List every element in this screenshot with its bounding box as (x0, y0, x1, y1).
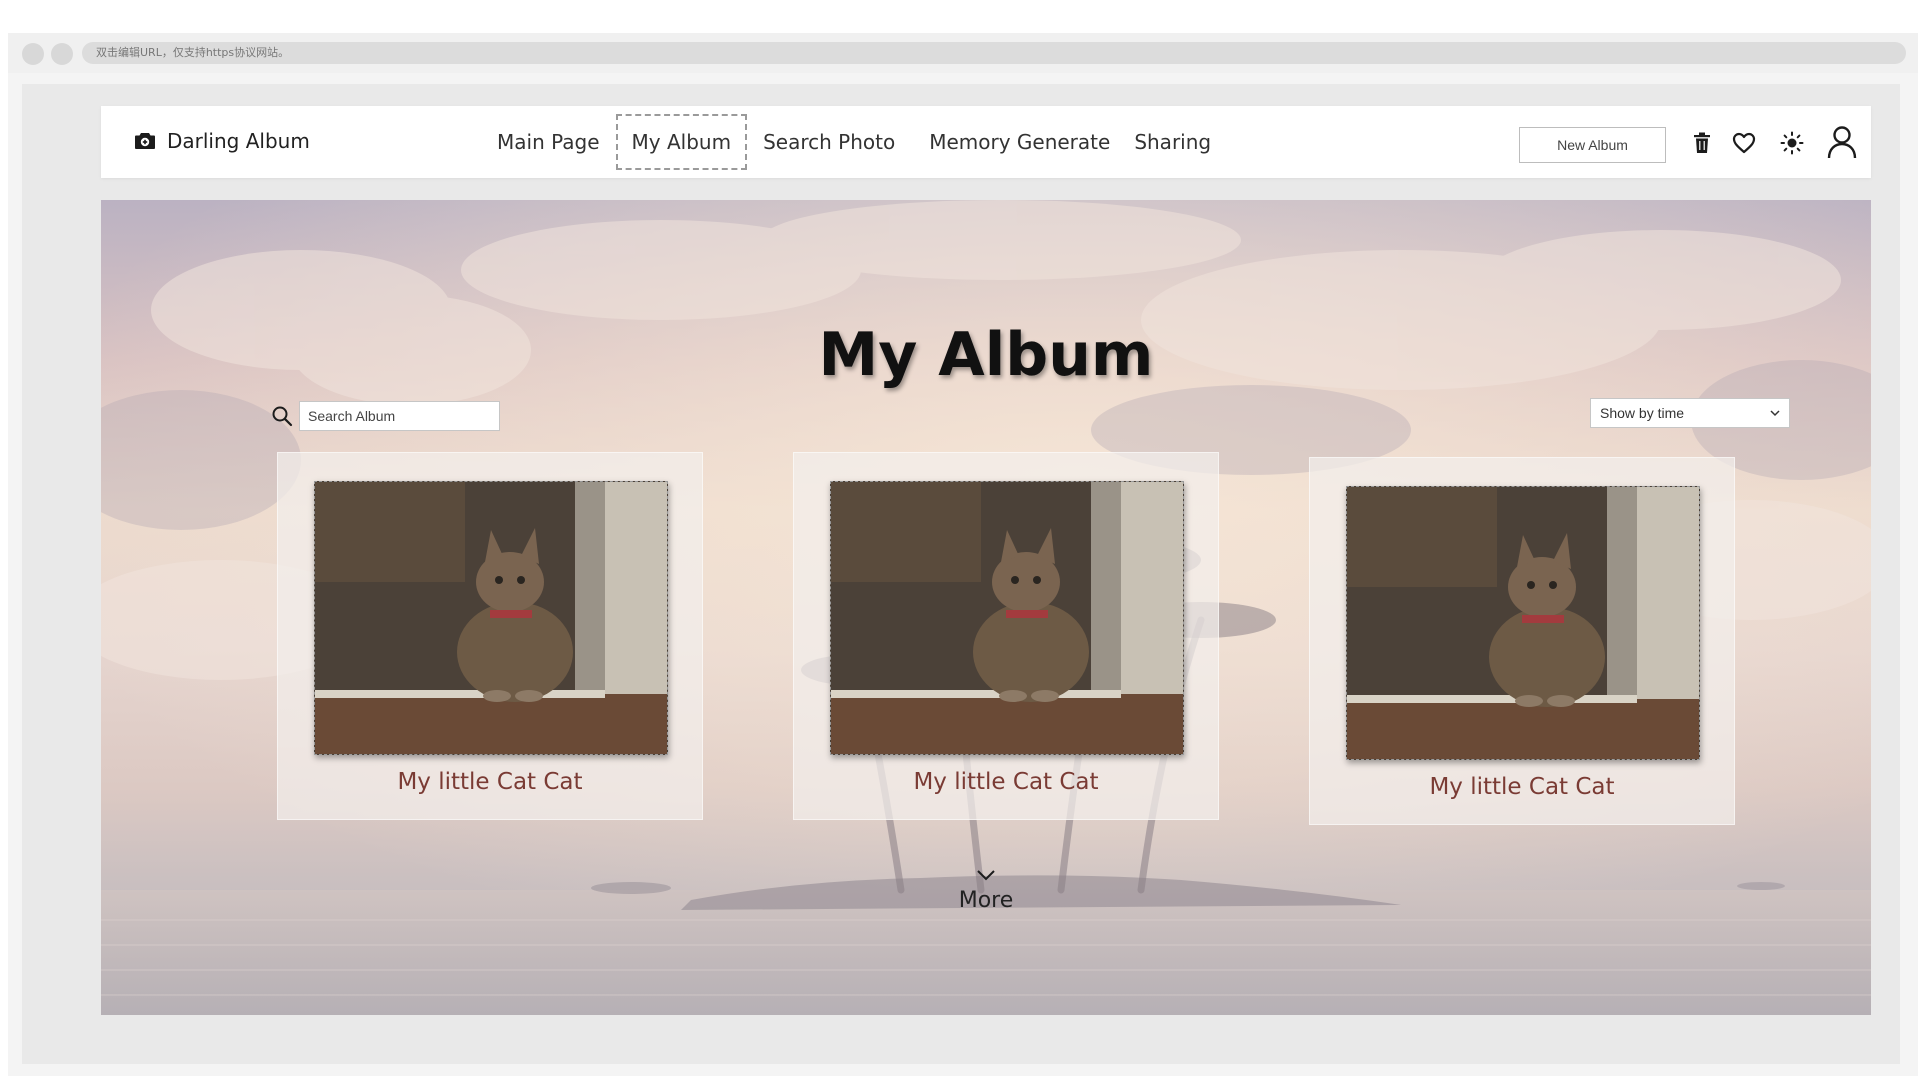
album-search (271, 400, 500, 432)
nav-main-page[interactable]: Main Page (485, 114, 612, 170)
more-label: More (958, 888, 1014, 913)
nav-sharing[interactable]: Sharing (1122, 114, 1223, 170)
sort-select[interactable]: Show by time (1590, 398, 1790, 428)
brand-name: Darling Album (167, 129, 310, 153)
page-title: My Album (818, 320, 1154, 390)
album-card[interactable]: My little Cat Cat (793, 452, 1219, 820)
album-cover-photo[interactable] (830, 481, 1184, 755)
nav-search-photo[interactable]: Search Photo (751, 114, 907, 170)
album-cover-photo[interactable] (314, 481, 668, 755)
heart-icon[interactable] (1729, 128, 1759, 158)
search-album-input[interactable] (299, 401, 500, 431)
cat-photo (831, 482, 1183, 754)
search-icon[interactable] (271, 405, 293, 427)
more-button[interactable]: More (101, 868, 1871, 913)
album-title[interactable]: My little Cat Cat (1310, 774, 1734, 800)
window-control-dot[interactable] (22, 43, 44, 65)
cat-photo (315, 482, 667, 754)
sort-select-value: Show by time (1600, 405, 1685, 421)
main-nav: Main Page My Album Search Photo Memory G… (485, 114, 1223, 170)
url-bar[interactable]: 双击编辑URL，仅支持https协议网站。 (82, 42, 1906, 64)
album-card[interactable]: My little Cat Cat (1309, 457, 1735, 825)
brand[interactable]: Darling Album (133, 126, 310, 156)
browser-toolbar: 双击编辑URL，仅支持https协议网站。 (8, 33, 1918, 73)
user-icon[interactable] (1825, 124, 1859, 160)
window-control-dot[interactable] (51, 43, 73, 65)
trash-icon[interactable] (1687, 128, 1717, 158)
cat-photo (1347, 487, 1699, 759)
top-navbar: Darling Album Main Page My Album Search … (101, 106, 1871, 178)
page-viewport: Darling Album Main Page My Album Search … (22, 84, 1900, 1064)
nav-memory-generate[interactable]: Memory Generate (917, 114, 1122, 170)
album-title[interactable]: My little Cat Cat (794, 769, 1218, 795)
camera-icon (135, 133, 155, 149)
new-album-button[interactable]: New Album (1519, 127, 1666, 163)
chevron-down-icon (977, 870, 995, 881)
nav-my-album[interactable]: My Album (615, 114, 748, 170)
album-cover-photo[interactable] (1346, 486, 1700, 760)
album-hero: My Album Show by time (101, 200, 1871, 1015)
sun-icon[interactable] (1777, 128, 1807, 158)
album-card[interactable]: My little Cat Cat (277, 452, 703, 820)
chevron-down-icon (1770, 410, 1780, 417)
album-title[interactable]: My little Cat Cat (278, 769, 702, 795)
